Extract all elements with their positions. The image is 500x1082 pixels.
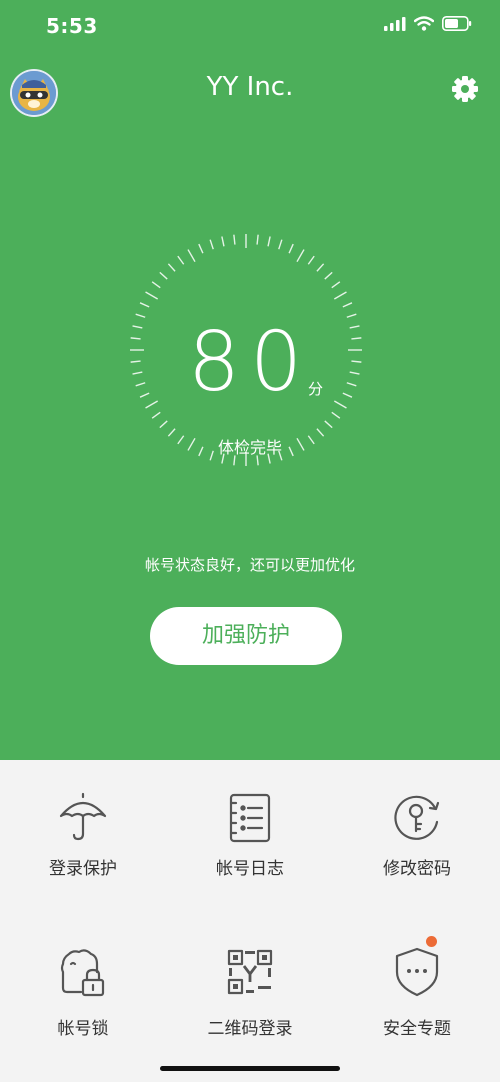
dial-tick xyxy=(324,271,333,280)
dial-tick xyxy=(159,420,168,429)
feature-grid: 登录保护 帐号日志 修改密码 帐号锁 二维码登录 安全专题 xyxy=(0,760,500,1082)
dial-tick xyxy=(151,281,161,289)
dial-tick xyxy=(333,291,347,300)
enhance-protection-button[interactable]: 加强防护 xyxy=(150,607,342,665)
score-value: 80 xyxy=(187,315,313,410)
dial-tick xyxy=(145,291,159,300)
qr-code-icon xyxy=(227,949,273,995)
wifi-icon xyxy=(414,16,434,31)
page-title: YY Inc. xyxy=(206,72,294,102)
menu-qr-login[interactable]: 二维码登录 xyxy=(167,922,333,1082)
menu-label: 登录保护 xyxy=(49,859,117,879)
shield-icon xyxy=(395,947,439,997)
key-refresh-icon xyxy=(394,795,440,840)
umbrella-icon xyxy=(59,792,107,841)
dial-tick xyxy=(256,234,259,245)
dial-tick xyxy=(296,249,305,263)
dial-tick xyxy=(307,255,315,265)
home-indicator[interactable] xyxy=(160,1066,340,1071)
dial-tick xyxy=(177,255,185,265)
menu-security-topics[interactable]: 安全专题 xyxy=(334,922,500,1082)
score-unit: 分 xyxy=(308,380,324,398)
dial-tick xyxy=(288,243,294,254)
battery-icon xyxy=(442,16,472,31)
dial-tick xyxy=(233,234,236,245)
menu-label: 修改密码 xyxy=(383,859,451,879)
dial-tick xyxy=(346,313,357,318)
dial-tick xyxy=(324,420,333,429)
dial-tick xyxy=(135,313,146,318)
dial-tick xyxy=(331,411,341,419)
dial-tick xyxy=(342,302,353,308)
status-icons xyxy=(384,16,472,31)
signal-icon xyxy=(384,16,406,31)
menu-login-protection[interactable]: 登录保护 xyxy=(0,760,166,920)
dial-tick xyxy=(331,281,341,289)
log-list-icon xyxy=(229,793,271,843)
dial-tick xyxy=(221,236,225,247)
menu-label: 二维码登录 xyxy=(207,1019,293,1039)
menu-label: 帐号日志 xyxy=(216,859,284,879)
scan-status-label: 体检完毕 xyxy=(217,438,282,457)
dial-tick xyxy=(209,239,214,250)
account-status-message: 帐号状态良好，还可以更加优化 xyxy=(144,556,355,574)
dial-tick xyxy=(139,302,150,308)
dial-tick xyxy=(167,263,176,272)
dial-tick xyxy=(151,411,161,419)
dial-tick xyxy=(198,243,204,254)
menu-account-log[interactable]: 帐号日志 xyxy=(167,760,333,920)
account-lock-icon xyxy=(60,949,105,997)
dial-tick xyxy=(159,271,168,280)
dial-tick xyxy=(316,263,325,272)
status-bar: 5:53 xyxy=(0,0,500,54)
gear-icon[interactable] xyxy=(450,74,480,104)
menu-label: 帐号锁 xyxy=(57,1019,109,1039)
dial-tick xyxy=(267,236,271,247)
hero-panel: 5:53 YY Inc. 80 分 体检完毕 帐号状态良好，还可以更加优化 加强… xyxy=(0,0,500,760)
menu-change-password[interactable]: 修改密码 xyxy=(334,760,500,920)
menu-label: 安全专题 xyxy=(383,1019,451,1039)
menu-account-lock[interactable]: 帐号锁 xyxy=(0,922,166,1082)
notification-dot xyxy=(426,936,437,947)
dial-tick xyxy=(187,249,196,263)
status-time: 5:53 xyxy=(46,14,98,38)
dial-tick xyxy=(278,239,283,250)
